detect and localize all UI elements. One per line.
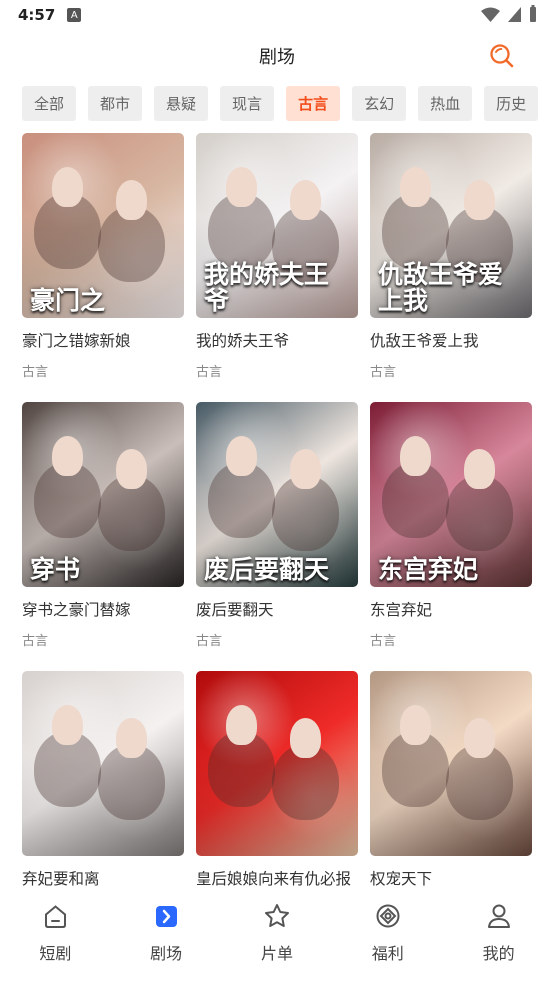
- drama-title[interactable]: 东宫弃妃: [370, 600, 532, 620]
- drama-poster[interactable]: 东宫弃妃: [370, 402, 532, 587]
- tab-label: 剧场: [150, 946, 183, 963]
- drama-card[interactable]: 穿书穿书之豪门替嫁古言: [22, 402, 184, 656]
- drama-card[interactable]: 废后要翻天 废后要翻天 古言: [196, 402, 358, 656]
- poster-person-right: [290, 449, 321, 489]
- drama-poster[interactable]: 我的娇夫王爷: [196, 133, 358, 318]
- drama-poster[interactable]: 废后要翻天: [196, 402, 358, 587]
- tab-label: 片单: [260, 946, 293, 963]
- drama-title[interactable]: 穿书之豪门替嫁: [22, 600, 184, 620]
- drama-genre: 古言: [196, 365, 223, 380]
- drama-title[interactable]: 我的娇夫王爷: [196, 331, 358, 351]
- signal-icon: [508, 6, 521, 22]
- poster-person-right: [116, 180, 147, 220]
- drama-card[interactable]: 我的娇夫王爷 我的娇夫王爷 古言: [196, 133, 358, 387]
- drama-grid: 豪门之 豪门之错嫁新娘 古言 我的娇夫王爷 我的娇夫王爷 古言 仇敌王爷爱上我 仇敌王爷爱上我…: [22, 133, 532, 925]
- poster-person-left: [226, 167, 257, 207]
- search-icon: [489, 43, 513, 67]
- poster-person-right: [464, 180, 495, 220]
- home-icon: [41, 902, 69, 930]
- page-title: 剧场: [259, 47, 295, 68]
- poster-title-text: 仇敌王爷爱上我: [378, 259, 504, 315]
- gift-icon: [374, 902, 402, 930]
- tab-label: 福利: [371, 946, 404, 963]
- poster-person-right: [116, 449, 147, 489]
- drama-poster[interactable]: [370, 671, 532, 856]
- drama-title[interactable]: 权宠天下: [370, 869, 532, 889]
- poster-title-text: 豪门之: [30, 285, 106, 315]
- category-4[interactable]: 古言: [286, 86, 341, 121]
- drama-title[interactable]: 皇后娘娘向来有仇必报: [196, 869, 358, 889]
- star-icon: [263, 902, 291, 930]
- drama-title[interactable]: 弃妃要和离: [22, 869, 184, 889]
- battery-icon: [530, 5, 536, 22]
- tab-label: 短剧: [39, 946, 72, 963]
- status-icons: [480, 5, 538, 23]
- poster-person-left: [52, 705, 83, 745]
- wifi-icon: [481, 7, 500, 22]
- tab-我的[interactable]: 我的: [451, 892, 547, 984]
- poster-person-left: [400, 705, 431, 745]
- category-5[interactable]: 玄幻: [352, 86, 407, 121]
- poster-artwork: [370, 671, 532, 856]
- category-6[interactable]: 热血: [418, 86, 473, 121]
- poster-title-text: 穿书: [30, 554, 81, 584]
- poster-person-left: [226, 436, 257, 476]
- tab-福利[interactable]: 福利: [340, 892, 436, 984]
- drama-poster[interactable]: 仇敌王爷爱上我: [370, 133, 532, 318]
- poster-person-left: [400, 436, 431, 476]
- drama-genre: 古言: [22, 365, 49, 380]
- drama-card[interactable]: 权宠天下古言: [370, 671, 532, 925]
- poster-person-left: [226, 705, 257, 745]
- category-7[interactable]: 历史: [484, 86, 539, 121]
- drama-poster[interactable]: [196, 671, 358, 856]
- drama-card[interactable]: 皇后娘娘向来有仇必报古言: [196, 671, 358, 925]
- theater-icon: [152, 902, 180, 930]
- tab-剧场[interactable]: 剧场: [118, 892, 214, 984]
- poster-person-right: [464, 718, 495, 758]
- drama-poster[interactable]: [22, 671, 184, 856]
- poster-person-right: [290, 180, 321, 220]
- poster-person-right: [464, 449, 495, 489]
- bottom-tab-bar: 短剧 剧场 片单 福利 我的: [0, 892, 554, 984]
- category-0[interactable]: 全部: [22, 86, 77, 121]
- poster-artwork: [22, 671, 184, 856]
- category-1[interactable]: 都市: [88, 86, 143, 121]
- drama-poster[interactable]: 豪门之: [22, 133, 184, 318]
- category-2[interactable]: 悬疑: [154, 86, 209, 121]
- profile-icon: [485, 902, 513, 930]
- drama-genre: 古言: [370, 365, 397, 380]
- status-time: 4:57: [18, 6, 56, 24]
- search-button[interactable]: [486, 40, 516, 70]
- drama-title[interactable]: 豪门之错嫁新娘: [22, 331, 184, 351]
- tab-片单[interactable]: 片单: [229, 892, 325, 984]
- drama-genre: 古言: [370, 634, 397, 649]
- drama-title[interactable]: 废后要翻天: [196, 600, 358, 620]
- poster-title-text: 废后要翻天: [204, 554, 330, 584]
- drama-poster[interactable]: 穿书: [22, 402, 184, 587]
- poster-person-left: [400, 167, 431, 207]
- poster-person-left: [52, 436, 83, 476]
- drama-genre: 古言: [22, 634, 49, 649]
- drama-genre: 古言: [196, 634, 223, 649]
- poster-title-text: 我的娇夫王爷: [204, 259, 330, 315]
- drama-card[interactable]: 东宫弃妃 东宫弃妃 古言: [370, 402, 532, 656]
- poster-person-right: [290, 718, 321, 758]
- poster-title-text: 东宫弃妃: [378, 554, 479, 584]
- drama-title[interactable]: 仇敌王爷爱上我: [370, 331, 532, 351]
- theater-header: 剧场: [0, 38, 554, 74]
- status-bar: 4:57 A: [0, 0, 554, 30]
- category-track: 全部 都市 悬疑 现言 古言 玄幻 热血 历史: [22, 86, 539, 121]
- category-filter: 全部 都市 悬疑 现言 古言 玄幻 热血 历史: [22, 86, 554, 122]
- drama-card[interactable]: 豪门之豪门之错嫁新娘古言: [22, 133, 184, 387]
- poster-person-left: [52, 167, 83, 207]
- tab-label: 我的: [482, 946, 515, 963]
- drama-card[interactable]: 弃妃要和离古言: [22, 671, 184, 925]
- category-3[interactable]: 现言: [220, 86, 275, 121]
- notification-a-icon: A: [67, 8, 82, 22]
- drama-card[interactable]: 仇敌王爷爱上我 仇敌王爷爱上我 古言: [370, 133, 532, 387]
- poster-person-right: [116, 718, 147, 758]
- poster-artwork: [196, 671, 358, 856]
- tab-短剧[interactable]: 短剧: [7, 892, 103, 984]
